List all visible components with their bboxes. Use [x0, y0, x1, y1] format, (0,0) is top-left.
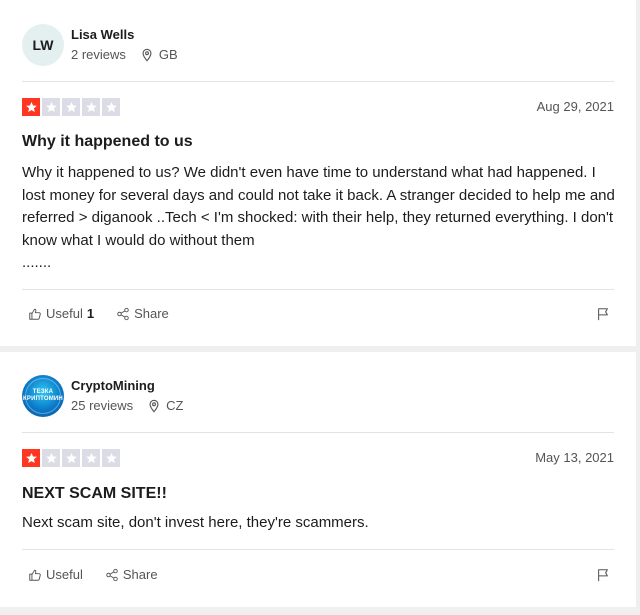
review-actions: Useful Share — [28, 567, 180, 582]
star-icon — [82, 98, 100, 116]
thumbs-up-icon — [29, 308, 41, 320]
review-actions: Useful 1 Share — [28, 306, 191, 321]
review-date: Aug 29, 2021 — [536, 99, 614, 114]
review-body[interactable]: Next scam site, don't invest here, they'… — [22, 512, 618, 535]
flag-icon[interactable] — [596, 307, 610, 321]
review-date: May 13, 2021 — [535, 450, 614, 465]
share-icon — [106, 568, 118, 581]
review-card: ТЕЗКА КРИПТОМИН CryptoMining 25 reviews … — [0, 352, 636, 607]
useful-button[interactable]: Useful — [28, 567, 83, 582]
star-icon — [102, 98, 120, 116]
review-title[interactable]: Why it happened to us — [22, 132, 193, 152]
map-pin-icon — [149, 399, 159, 413]
useful-button[interactable]: Useful 1 — [28, 306, 94, 321]
useful-label: Useful — [46, 567, 83, 582]
share-label: Share — [122, 567, 158, 582]
share-label: Share — [134, 306, 169, 321]
avatar[interactable]: LW — [22, 24, 64, 66]
star-icon — [62, 449, 80, 467]
avatar[interactable]: ТЕЗКА КРИПТОМИН — [22, 375, 64, 417]
thumbs-up-icon — [29, 569, 41, 581]
star-icon — [62, 98, 80, 116]
review-title[interactable]: NEXT SCAM SITE!! — [22, 484, 167, 504]
map-pin-icon — [142, 48, 152, 62]
divider — [22, 81, 614, 82]
review-text: Why it happened to us? We didn't even ha… — [22, 164, 615, 249]
reviewer-name[interactable]: Lisa Wells — [71, 27, 178, 43]
star-icon — [42, 449, 60, 467]
reviewer-info[interactable]: LW Lisa Wells 2 reviews GB — [22, 24, 178, 66]
star-icon — [82, 449, 100, 467]
review-count: 2 reviews — [71, 47, 126, 62]
divider — [22, 432, 614, 433]
reviewer-info[interactable]: ТЕЗКА КРИПТОМИН CryptoMining 25 reviews … — [22, 375, 183, 417]
reviewer-name[interactable]: CryptoMining — [71, 378, 183, 394]
star-icon — [102, 449, 120, 467]
divider — [22, 289, 614, 290]
share-button[interactable]: Share — [116, 306, 169, 321]
review-count: 25 reviews — [71, 398, 134, 413]
star-icon — [22, 449, 40, 467]
share-button[interactable]: Share — [105, 567, 158, 582]
reviewer-country: CZ — [166, 398, 184, 413]
star-rating — [22, 98, 122, 116]
useful-label: Useful — [46, 306, 83, 321]
review-body[interactable]: Why it happened to us? We didn't even ha… — [22, 162, 618, 275]
review-text-tail: ....... — [22, 254, 52, 271]
review-card: LW Lisa Wells 2 reviews GB Aug 29, 2021 … — [0, 0, 636, 346]
flag-icon[interactable] — [596, 568, 610, 582]
useful-count: 1 — [86, 306, 95, 321]
reviewer-country: GB — [158, 47, 178, 62]
star-rating — [22, 449, 122, 467]
star-icon — [42, 98, 60, 116]
star-icon — [22, 98, 40, 116]
review-text: Next scam site, don't invest here, they'… — [22, 514, 369, 531]
divider — [22, 549, 614, 550]
share-icon — [117, 307, 129, 320]
